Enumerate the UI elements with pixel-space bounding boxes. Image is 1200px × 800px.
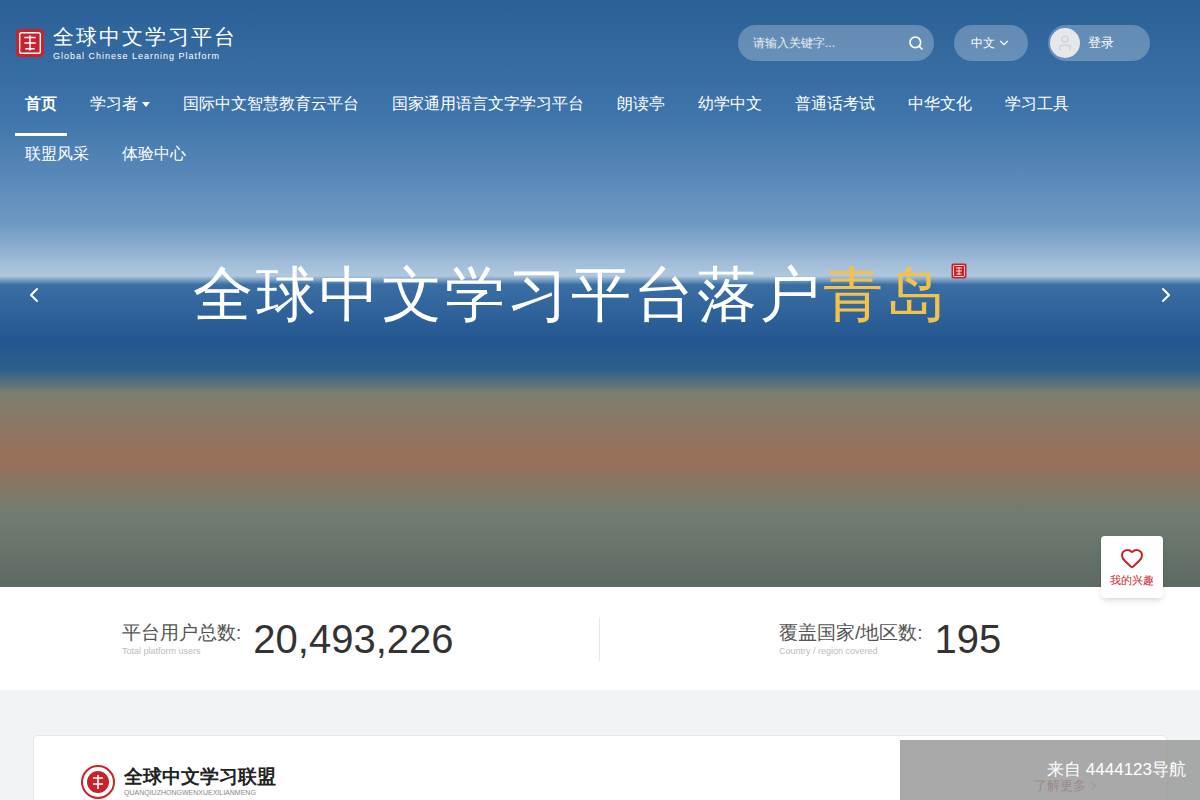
active-underline	[15, 133, 67, 136]
main-nav: 首页学习者国际中文智慧教育云平台国家通用语言文字学习平台朗读亭幼学中文普通话考试…	[0, 86, 1200, 186]
alliance-logo[interactable]: 全球中文学习联盟QUANQIUZHONGWENXUEXILIANMENG	[80, 764, 276, 800]
banner-title: 全球中文学习平台落户青岛	[193, 256, 949, 334]
nav-item[interactable]: 学习工具	[1005, 86, 1069, 122]
nav-item[interactable]: 首页	[25, 86, 57, 122]
logo[interactable]: 全球中文学习平台Global Chinese Learning Platform	[15, 24, 237, 62]
interest-label: 我的兴趣	[1110, 572, 1154, 589]
nav-item[interactable]: 中华文化	[908, 86, 972, 122]
banner-slide: 全球中文学习平台落户青岛	[0, 186, 1200, 587]
nav-item[interactable]: 幼学中文	[698, 86, 762, 122]
caret-down-icon	[142, 102, 150, 107]
stat-label: 覆盖国家/地区数:	[779, 621, 923, 645]
nav-item[interactable]: 朗读亭	[617, 86, 665, 122]
banner-highlight: 青岛	[823, 262, 949, 328]
hero-banner: 全球中文学习平台Global Chinese Learning Platform…	[0, 0, 1200, 587]
stat-item: 覆盖国家/地区数:Country / region covered 195	[600, 617, 1200, 661]
previous-arrow-icon[interactable]	[22, 278, 46, 312]
stat-value: 20,493,226	[253, 615, 453, 663]
logo-seal-icon	[15, 25, 45, 61]
alliance-emblem-icon	[80, 764, 116, 800]
stat-label: 平台用户总数:	[122, 621, 241, 645]
watermark: 来自 4444123导航	[900, 740, 1200, 800]
stat-item: 平台用户总数:Total platform users 20,493,226	[0, 617, 600, 661]
nav-row: 首页学习者国际中文智慧教育云平台国家通用语言文字学习平台朗读亭幼学中文普通话考试…	[0, 86, 1200, 136]
nav-item[interactable]: 联盟风采	[25, 136, 89, 172]
page: 全球中文学习平台Global Chinese Learning Platform…	[0, 0, 1200, 800]
login-button[interactable]: 登录	[1048, 25, 1150, 61]
alliance-subtitle: QUANQIUZHONGWENXUEXILIANMENG	[124, 788, 276, 798]
avatar-icon	[1050, 28, 1080, 58]
stat-sublabel: Total platform users	[122, 645, 241, 657]
nav-row: 联盟风采体验中心	[0, 136, 1200, 186]
nav-item[interactable]: 体验中心	[122, 136, 186, 172]
stats-bar: 平台用户总数:Total platform users 20,493,226 覆盖国…	[0, 587, 1200, 690]
header: 全球中文学习平台Global Chinese Learning Platform…	[0, 0, 1200, 86]
next-arrow-icon[interactable]	[1154, 278, 1178, 312]
heart-icon	[1120, 546, 1144, 570]
search-placeholder: 请输入关键字...	[753, 34, 900, 52]
nav-item[interactable]: 学习者	[90, 86, 150, 122]
logo-title: 全球中文学习平台	[53, 24, 237, 50]
nav-item[interactable]: 普通话考试	[795, 86, 875, 122]
interest-button[interactable]: 我的兴趣	[1101, 536, 1163, 598]
stat-sublabel: Country / region covered	[779, 645, 923, 657]
language-select[interactable]: 中文	[954, 25, 1028, 61]
search-icon[interactable]	[908, 35, 924, 51]
nav-item[interactable]: 国家通用语言文字学习平台	[392, 86, 584, 122]
logo-subtitle: Global Chinese Learning Platform	[53, 50, 237, 62]
language-label: 中文	[971, 34, 995, 52]
alliance-title: 全球中文学习联盟	[124, 766, 276, 788]
chevron-down-icon	[997, 36, 1011, 50]
nav-item[interactable]: 国际中文智慧教育云平台	[183, 86, 359, 122]
login-label: 登录	[1088, 33, 1114, 53]
stat-value: 195	[935, 615, 1002, 663]
search-box[interactable]: 请输入关键字...	[738, 25, 934, 61]
banner-seal-icon	[951, 260, 967, 282]
